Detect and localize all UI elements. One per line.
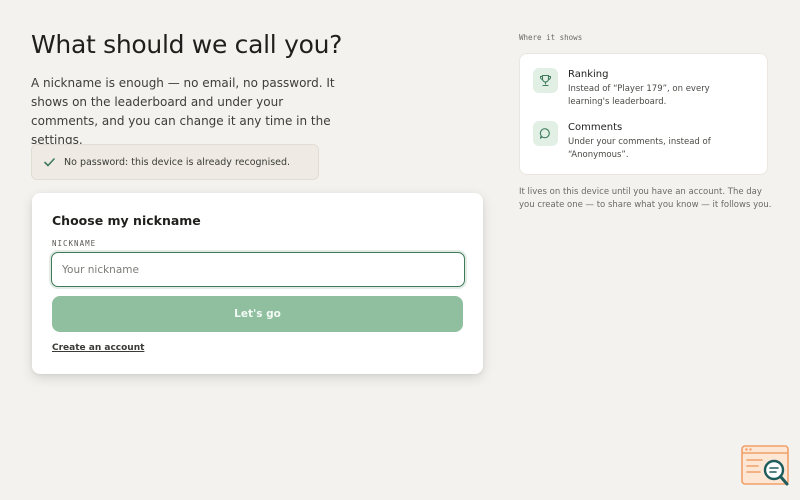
lets-go-button[interactable]: Let's go <box>52 296 463 332</box>
ranking-title: Ranking <box>568 69 609 80</box>
nickname-input[interactable] <box>51 252 465 287</box>
notice-text: No password: this device is already reco… <box>64 156 291 168</box>
where-it-shows-label: Where it shows <box>519 33 583 42</box>
where-it-shows-card: Ranking Instead of “Player 179”, on ever… <box>519 53 768 175</box>
nickname-card: Choose my nickname NICKNAME Let's go Cre… <box>32 193 483 374</box>
intro-text: A nickname is enough — no email, no pass… <box>31 76 335 147</box>
trophy-icon <box>540 74 551 87</box>
comments-title: Comments <box>568 122 623 133</box>
card-title: Choose my nickname <box>52 213 201 228</box>
create-account-link[interactable]: Create an account <box>52 343 144 353</box>
ranking-description: Instead of “Player 179”, on every learni… <box>568 84 710 107</box>
device-notice: No password: this device is already reco… <box>31 144 319 180</box>
comment-icon <box>539 128 550 139</box>
page-title: What should we call you? <box>31 30 343 59</box>
comments-description: Under your comments, instead of “Anonymo… <box>568 137 711 160</box>
nickname-label: NICKNAME <box>52 239 97 248</box>
check-icon <box>44 157 55 166</box>
device-footnote: It lives on this device until you have a… <box>519 187 772 210</box>
ranking-item: Ranking Instead of “Player 179”, on ever… <box>533 68 748 109</box>
search-widget-icon[interactable] <box>740 444 792 490</box>
comments-item: Comments Under your comments, instead of… <box>533 121 748 162</box>
